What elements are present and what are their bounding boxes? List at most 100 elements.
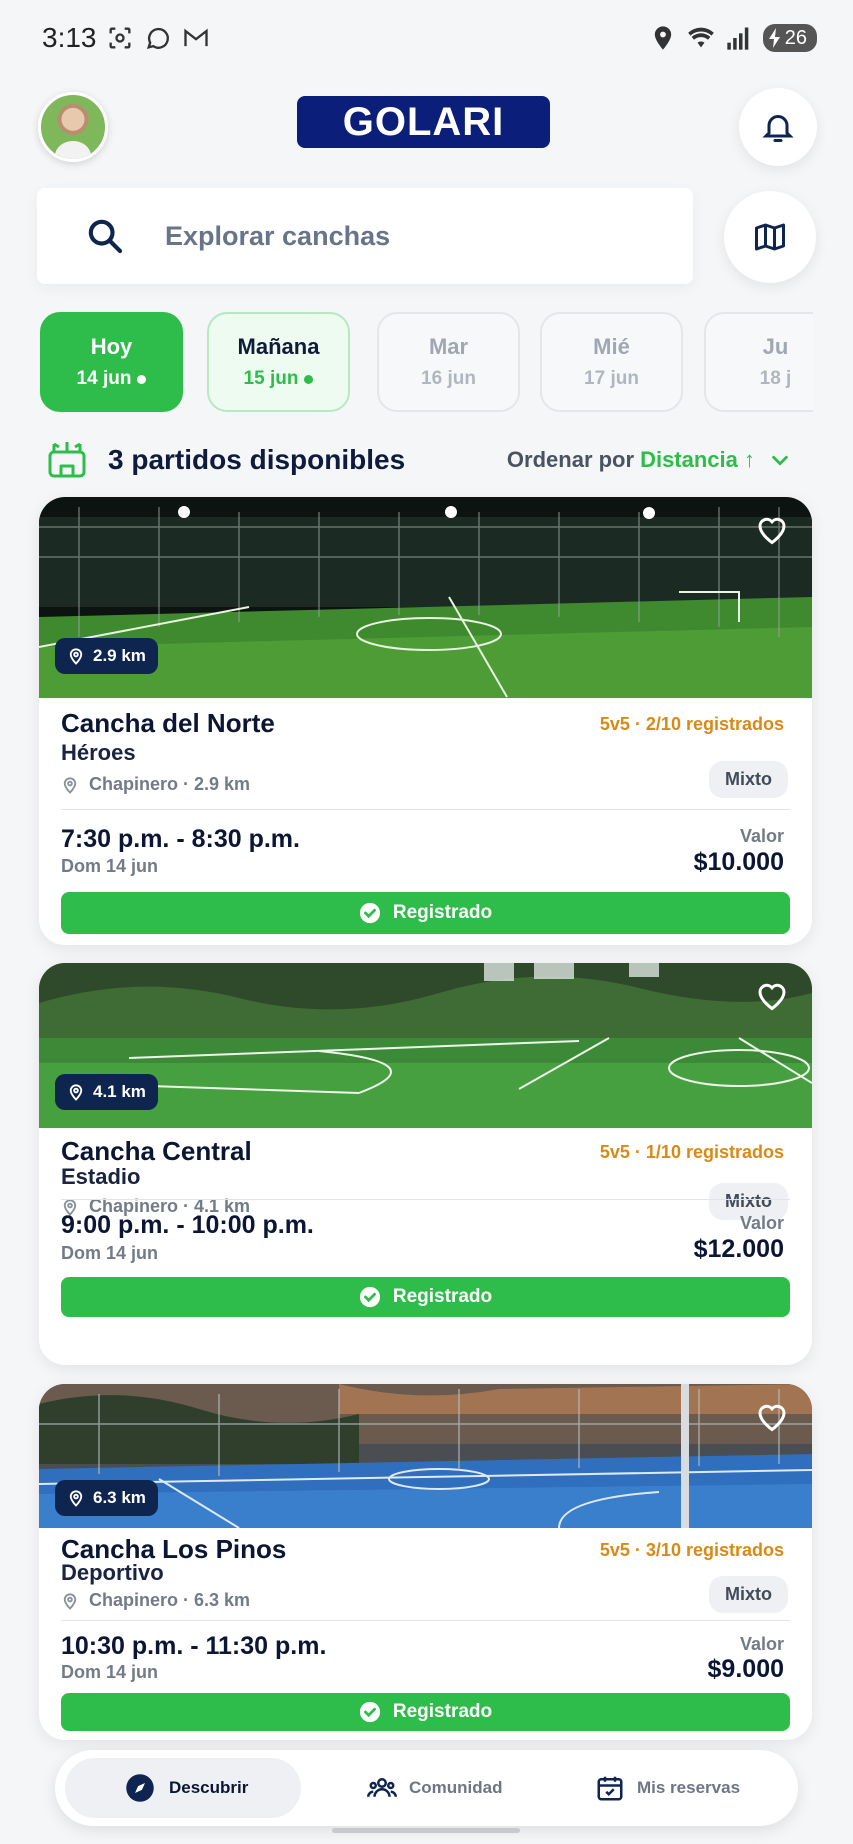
chevron-down-icon — [772, 455, 788, 466]
mode-tag: Mixto — [709, 1576, 788, 1613]
nav-my-bookings[interactable]: Mis reservas — [595, 1758, 740, 1818]
match-date: Dom 14 jun — [61, 1662, 159, 1682]
favorite-heart-icon[interactable] — [754, 1398, 790, 1434]
date-chip-day: Ju — [762, 334, 789, 359]
date-chip-thu[interactable]: Ju 18 j — [704, 312, 813, 412]
date-chip-day: Mié — [593, 334, 630, 359]
pin-icon — [69, 1490, 83, 1507]
calendar-check-icon — [597, 1776, 623, 1801]
match-time: 9:00 p.m. - 10:00 p.m. — [61, 1211, 314, 1239]
nav-community[interactable]: Comunidad — [367, 1758, 503, 1818]
divider — [61, 1620, 790, 1621]
date-chip-tomorrow[interactable]: Mañana 15 jun — [207, 312, 350, 412]
notifications-button[interactable] — [739, 88, 817, 166]
favorite-heart-icon[interactable] — [754, 977, 790, 1013]
date-chip-day: Hoy — [90, 334, 133, 359]
charging-icon — [768, 28, 780, 48]
field-photo: 2.9 km — [39, 497, 812, 698]
divider — [61, 1199, 790, 1200]
date-chip-today[interactable]: Hoy 14 jun — [40, 312, 183, 412]
price-label: Valor — [739, 1213, 784, 1233]
field-subtitle: Estadio — [61, 1164, 141, 1189]
match-card[interactable]: 2.9 km Cancha del Norte 5v5 · 2/10 regis… — [39, 497, 812, 945]
check-circle-icon — [359, 1701, 380, 1723]
results-count: 3 partidos disponibles — [108, 444, 406, 475]
match-time: 7:30 p.m. - 8:30 p.m. — [61, 825, 300, 853]
check-circle-icon — [359, 1286, 380, 1308]
search-input[interactable] — [165, 220, 645, 252]
bottom-navigation: Descubrir Comunidad Mis reservas — [55, 1750, 798, 1826]
availability-dot — [137, 374, 147, 384]
search-icon — [88, 219, 123, 254]
match-date: Dom 14 jun — [61, 856, 159, 876]
date-chip-date: 17 jun — [584, 368, 639, 389]
whatsapp-icon — [146, 27, 169, 49]
match-card[interactable]: 4.1 km Cancha Central 5v5 · 1/10 registr… — [39, 963, 812, 1365]
distance-badge: 2.9 km — [55, 638, 158, 674]
registered-count: 5v5 · 2/10 registrados — [599, 714, 784, 734]
distance-value: 2.9 km — [93, 646, 146, 665]
avatar[interactable] — [38, 92, 108, 162]
date-chip-date: 14 jun — [76, 368, 132, 389]
price-label: Valor — [739, 826, 784, 846]
date-chip-date: 18 j — [759, 368, 792, 389]
sort-control[interactable]: Ordenar por Distancia ↑ — [507, 447, 791, 473]
location-icon — [654, 26, 671, 50]
match-card[interactable]: 6.3 km Cancha Los Pinos 5v5 · 3/10 regis… — [39, 1384, 812, 1740]
gmail-icon — [184, 28, 208, 47]
pin-icon — [69, 648, 83, 665]
date-chip-day: Mar — [428, 334, 469, 359]
date-chip-wed[interactable]: Mié 17 jun — [540, 312, 683, 412]
registered-button[interactable]: Registrado — [61, 892, 790, 934]
field-name: Cancha Central — [61, 1136, 252, 1166]
price-value: $10.000 — [693, 848, 784, 876]
nav-discover[interactable]: Descubrir — [65, 1758, 301, 1818]
field-location: Chapinero · 6.3 km — [61, 1590, 250, 1611]
field-location: Chapinero · 2.9 km — [61, 774, 250, 795]
field-subtitle: Héroes — [61, 740, 136, 765]
date-chip-date: 15 jun — [243, 368, 299, 389]
price-value: $12.000 — [693, 1235, 784, 1263]
date-chip-day: Mañana — [237, 334, 320, 359]
home-indicator — [332, 1828, 520, 1833]
nav-label: Descubrir — [169, 1778, 249, 1797]
field-photo: 6.3 km — [39, 1384, 812, 1528]
distance-value: 6.3 km — [93, 1488, 146, 1507]
date-chip-tue[interactable]: Mar 16 jun — [377, 312, 520, 412]
price-value: $9.000 — [707, 1655, 784, 1683]
wifi-icon — [687, 27, 714, 48]
pin-icon — [63, 776, 77, 794]
distance-badge: 6.3 km — [55, 1480, 158, 1516]
search-bar[interactable] — [37, 188, 693, 284]
pin-icon — [63, 1592, 77, 1610]
registered-button[interactable]: Registrado — [61, 1693, 790, 1731]
bell-icon — [762, 115, 794, 142]
sort-value: Distancia ↑ — [640, 447, 755, 472]
pin-icon — [69, 1084, 83, 1101]
divider — [61, 809, 790, 810]
field-name: Cancha del Norte — [61, 708, 275, 738]
signal-icon — [727, 27, 749, 50]
favorite-heart-icon[interactable] — [754, 511, 790, 547]
registered-count: 5v5 · 3/10 registrados — [599, 1540, 784, 1560]
stadium-icon — [48, 442, 86, 478]
people-icon — [367, 1778, 397, 1797]
match-time: 10:30 p.m. - 11:30 p.m. — [61, 1632, 327, 1660]
status-time: 3:13 — [42, 22, 97, 53]
check-circle-icon — [359, 902, 380, 924]
distance-badge: 4.1 km — [55, 1074, 158, 1110]
field-subtitle: Deportivo — [61, 1560, 164, 1585]
battery-indicator: 26 — [762, 24, 817, 52]
registered-count: 5v5 · 1/10 registrados — [599, 1142, 784, 1162]
battery-level: 26 — [784, 26, 807, 49]
match-date: Dom 14 jun — [61, 1243, 159, 1263]
screenshot-icon — [109, 27, 131, 49]
map-view-button[interactable] — [724, 191, 816, 283]
registered-button[interactable]: Registrado — [61, 1277, 790, 1317]
map-icon — [755, 223, 785, 251]
compass-icon — [126, 1774, 154, 1802]
sort-label: Ordenar por — [506, 447, 635, 472]
distance-value: 4.1 km — [93, 1082, 146, 1101]
golari-logo: GOLARI — [297, 96, 550, 148]
nav-label: Mis reservas — [637, 1778, 741, 1797]
